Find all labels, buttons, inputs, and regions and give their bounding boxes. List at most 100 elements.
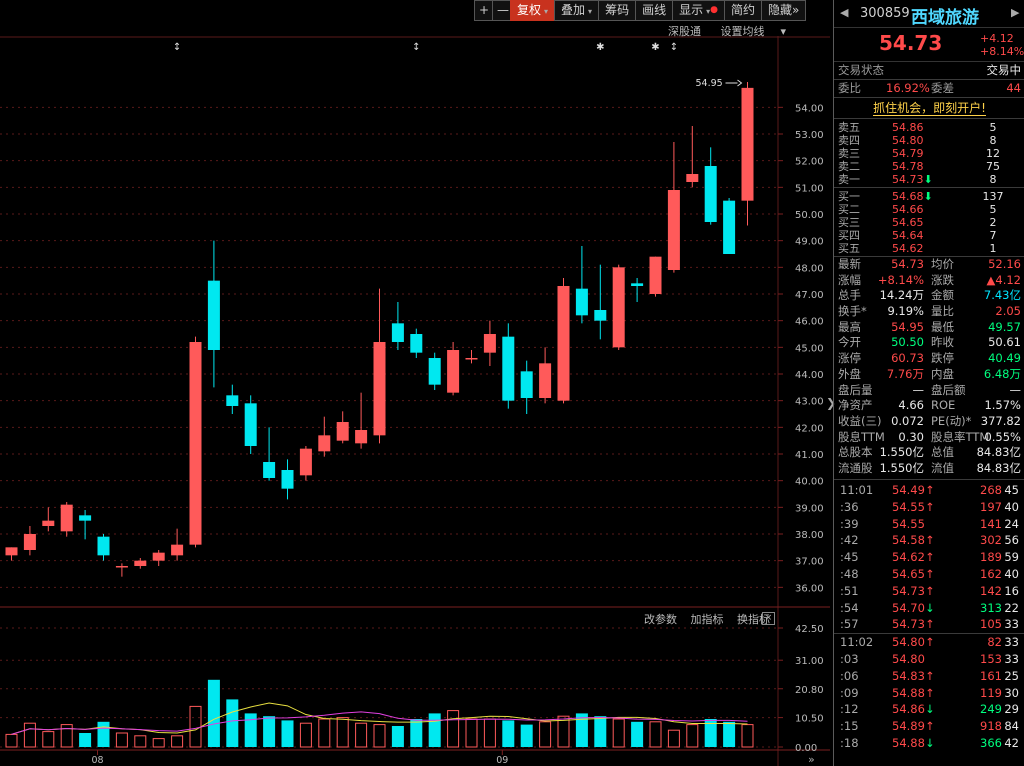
level-label: 买一 [838,190,860,203]
stat-row: 总手 14.24万 金额 7.43亿 [834,288,1024,304]
price-tick-label: 49.00 [795,237,824,248]
stat-row: 股息TTM 0.30 股息率TTM 0.55% [834,430,1024,446]
tick-row: :42 54.58↑ 302 56 [834,532,1024,549]
candle-body [244,403,257,446]
tick-row: :51 54.73↑ 142 16 [834,583,1024,600]
stat-value: 1.550亿 [879,460,924,475]
hide-button[interactable]: 隐藏» [761,0,807,21]
stat-row: 流通股 1.550亿 流值 84.83亿 [834,461,1024,477]
tick-price: 54.86↓ [892,701,935,718]
zoom-in-button[interactable]: + [474,0,492,21]
arrow-up-icon: ↑ [924,685,935,700]
level-volume: 7 [989,229,997,242]
prev-stock-icon[interactable]: ◀ [840,6,848,19]
tick-price: 54.49↑ [892,482,935,499]
stat-label: 股息率TTM [931,429,990,444]
level-price-text: 54.66 [892,203,924,216]
kline-chart[interactable]: 54.00 53.00 52.00 51.00 50.00 49.00 48.00 47.00… [0,36,830,766]
order-book-row[interactable]: 买四 54.64 7 [834,229,1024,242]
price-tick-label: 50.00 [795,210,824,221]
order-book-row[interactable]: 卖二 54.78 75 [834,160,1024,173]
volume-bar [465,718,478,748]
zoom-out-button[interactable]: — [492,0,510,21]
stat-value: 2.05 [995,304,1021,319]
stat-label: 换手* [838,304,867,319]
level-label: 买二 [838,203,860,216]
tick-volume: 82 [987,635,1002,650]
candle-body [97,536,110,556]
price-tick-label: 46.00 [795,317,824,328]
stat-label: 股息TTM [838,429,885,444]
order-book-row[interactable]: 卖三 54.79 12 [834,147,1024,160]
tick-row: :03 54.80 153 33 [834,651,1024,668]
order-book-row[interactable]: 卖五 54.86 5 [834,121,1024,134]
weibi-label: 委比 [838,81,861,95]
weicha-label: 委差 [931,81,954,95]
tick-price: 54.58↑ [892,532,935,549]
candle-body [79,515,92,521]
price-tick-label: 45.00 [795,343,824,354]
stat-label: 均价 [931,257,954,271]
next-stock-icon[interactable]: ▶ [1011,6,1019,19]
arrow-down-icon: ⬇ [923,190,933,203]
candle-body [281,470,294,489]
stat-label: 昨收 [931,335,954,350]
volume-bar [336,717,349,748]
candle-body [134,560,147,566]
order-book-row[interactable]: 买一 54.68⬇ 137 [834,190,1024,203]
volume-bar [594,716,607,747]
chips-button[interactable]: 筹码 [598,0,636,21]
level-label: 买五 [838,242,860,255]
arrow-down-icon: ↓ [924,702,935,717]
tick-time: :51 [840,583,859,598]
tick-volume: 105 [980,617,1002,632]
tick-time: 11:02 [840,635,874,650]
adjust-button[interactable]: 复权 ▾ [510,0,555,21]
overlay-button[interactable]: 叠加 ▾ [554,0,599,21]
stat-label: 流值 [931,460,954,475]
stat-value: 84.83亿 [976,460,1021,475]
level-volume: 1 [989,242,997,255]
level-volume: 5 [989,203,997,216]
candle-body [428,358,441,385]
double-arrow-icon: » [792,3,800,17]
stat-row: 今开 50.50 昨收 50.61 [834,335,1024,351]
close-icon[interactable]: × [762,612,775,625]
edit-params-button[interactable]: 改参数 [644,613,677,626]
volume-bar [723,721,736,747]
order-book-row[interactable]: 买二 54.66 5 [834,203,1024,216]
annotation-arrow-head [737,79,743,87]
volume-bar [281,720,294,747]
order-book-row[interactable]: 卖四 54.80 8 [834,134,1024,147]
stat-label: 总手 [838,288,861,303]
order-book-row[interactable]: 卖一 54.73⬇ 8 [834,173,1024,186]
tick-price-text: 54.55 [892,516,925,531]
tick-row: :54 54.70↓ 313 22 [834,600,1024,617]
tick-list: 11:01 54.49↑ 268 45:36 54.55↑ 197 40:39 54.55 14… [834,479,1024,752]
add-indicator-button[interactable]: 加指标 [691,613,724,626]
tick-row: :48 54.65↑ 162 40 [834,566,1024,583]
volume-bar [263,716,276,747]
price-tick-label: 47.00 [795,290,824,301]
candle-body [483,334,496,353]
tick-price: 54.80↑ [892,634,935,651]
stat-label: 今开 [838,335,861,350]
display-button[interactable]: 显示 ▾● [672,0,724,21]
order-ratio-row: 委比 16.92% 委差 44 [834,79,1024,97]
open-account-banner[interactable]: 抓住机会，即刻开户! [834,97,1024,118]
candle-body [42,520,55,526]
simple-button[interactable]: 简约 [723,0,761,21]
stat-label: PE(动)* [931,413,972,428]
candle-body [631,283,644,286]
scroll-right-icon: » [808,753,815,766]
price-tick-label: 40.00 [795,477,824,488]
draw-line-button[interactable]: 画线 [635,0,673,21]
order-book-row[interactable]: 买三 54.65 2 [834,216,1024,229]
candle-body [557,286,570,401]
tick-price: 54.55 [892,516,925,533]
tick-count: 22 [1004,600,1019,615]
tick-count: 45 [1004,483,1019,497]
tick-price: 54.65↑ [892,566,935,583]
stat-label: 收益(三) [838,413,882,428]
order-book-row[interactable]: 买五 54.62 1 [834,242,1024,255]
